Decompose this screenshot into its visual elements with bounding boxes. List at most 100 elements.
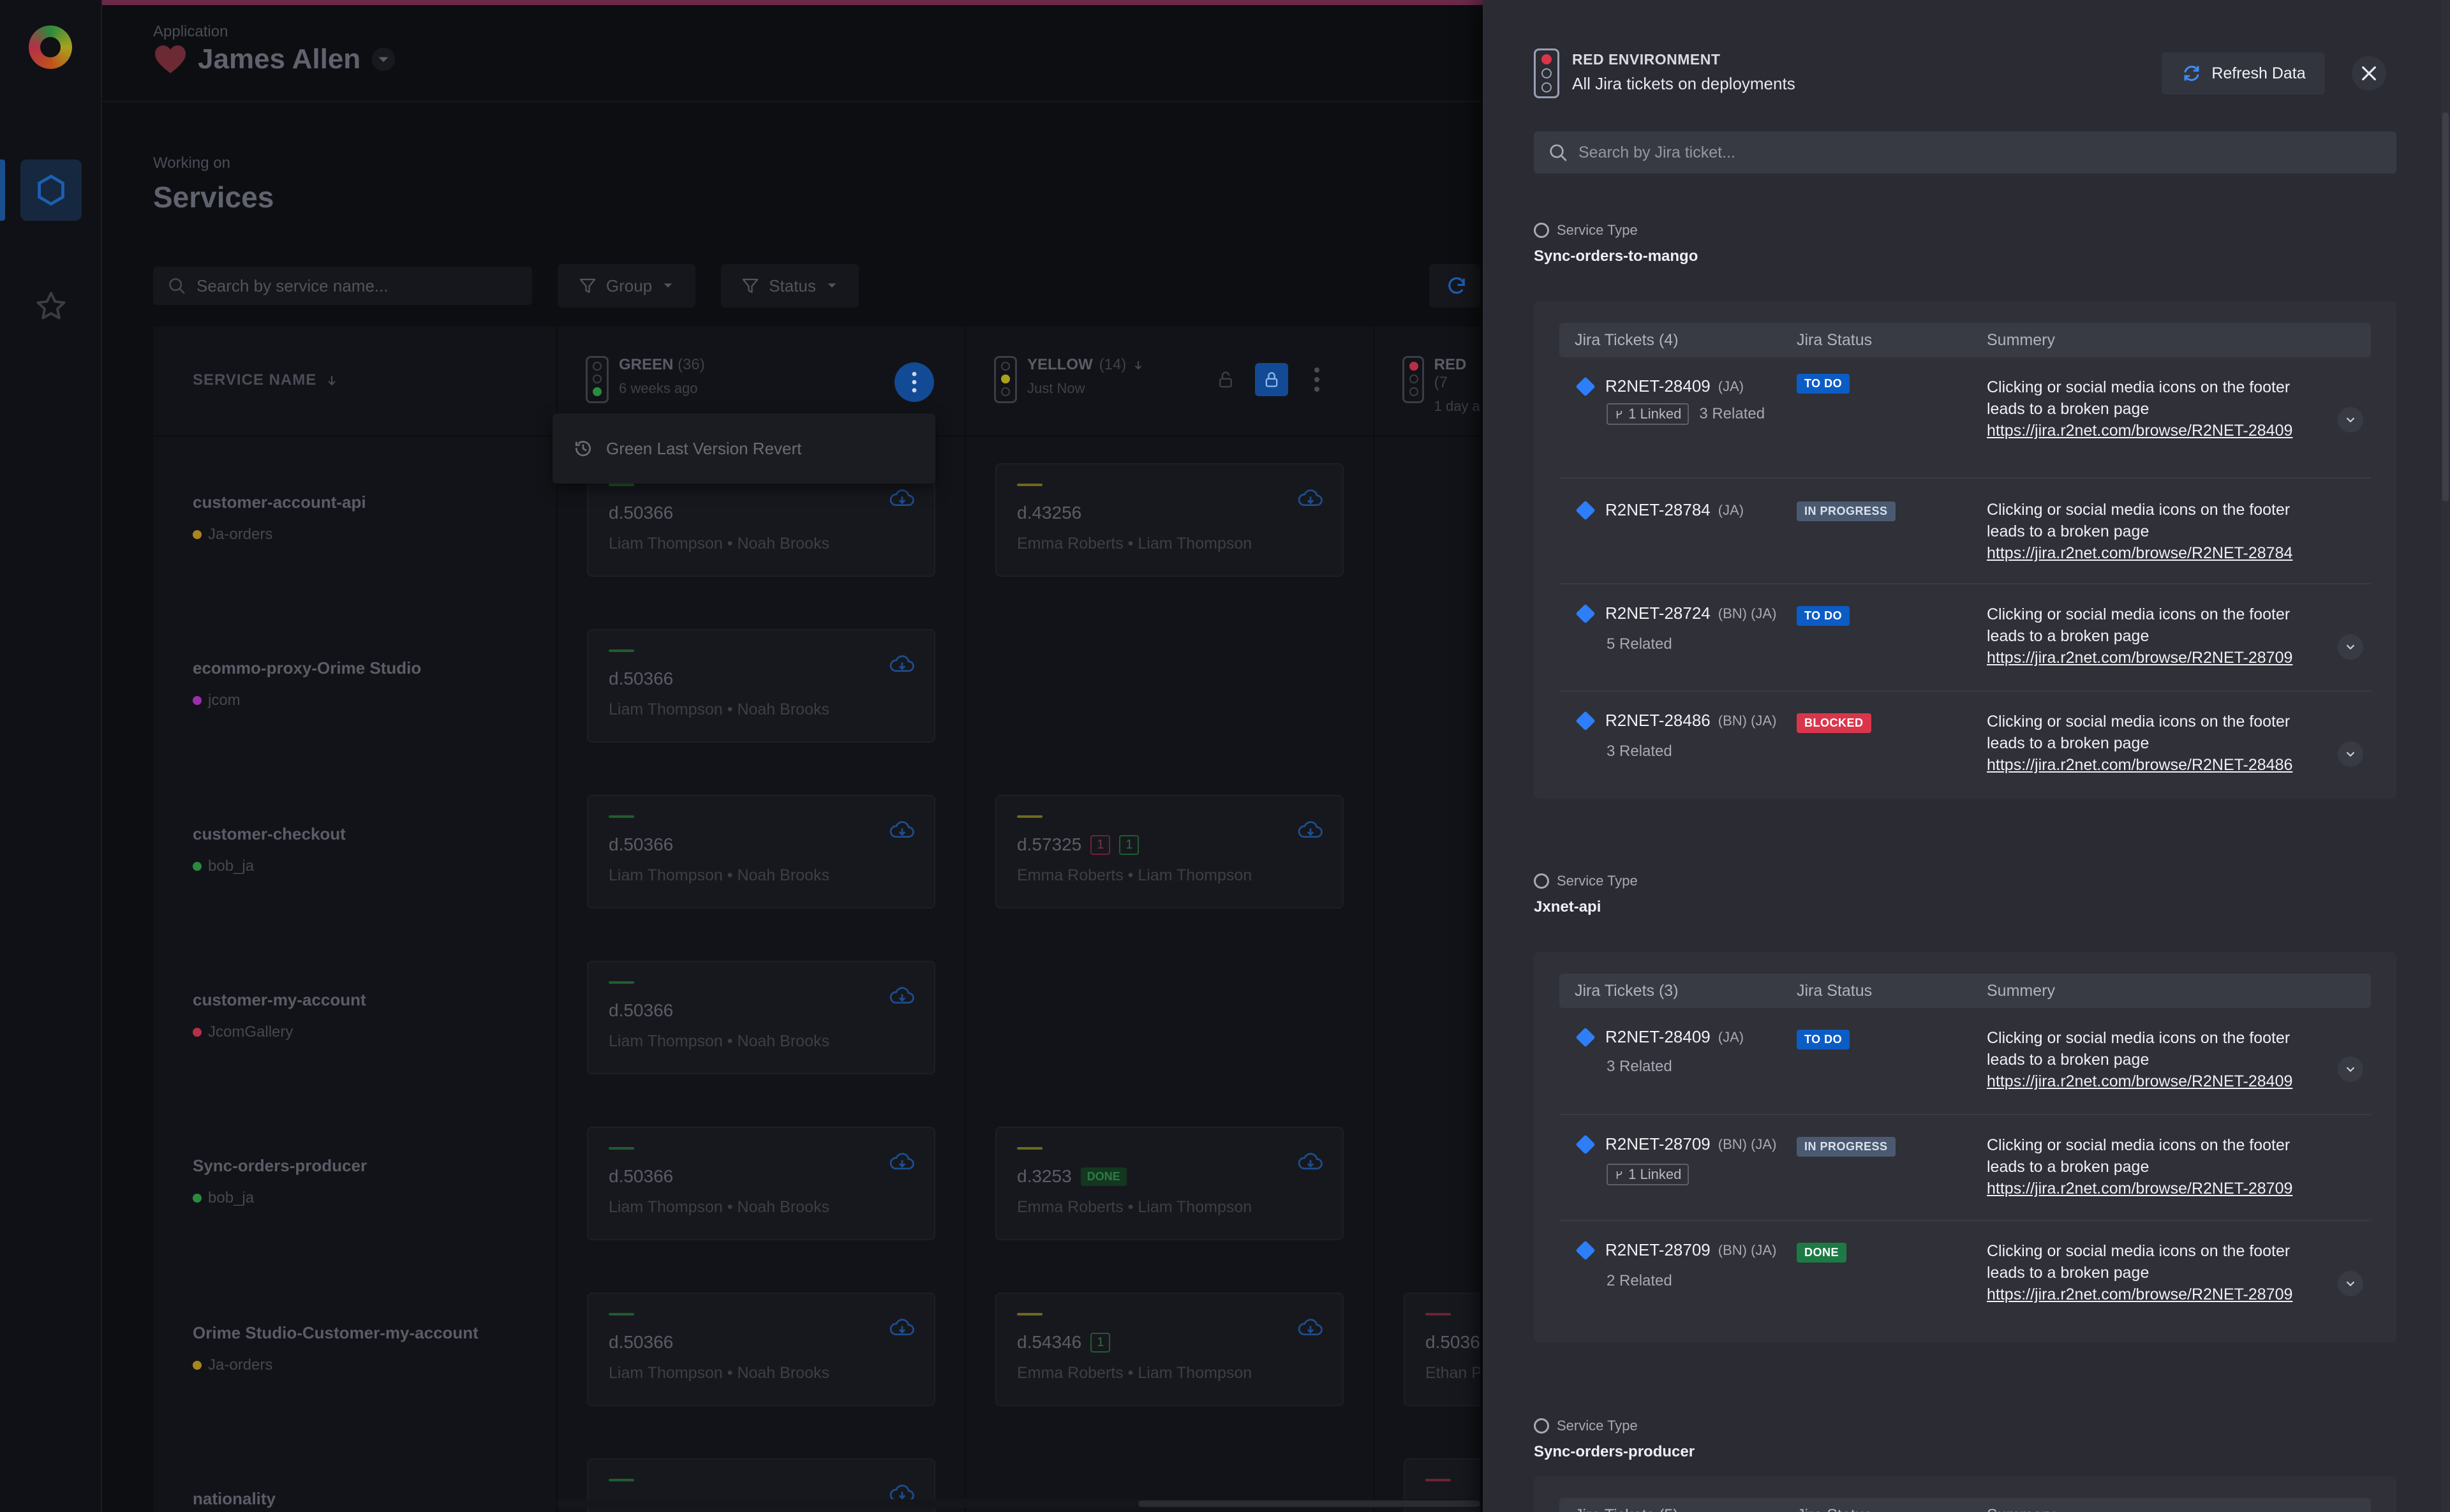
cloud-deploy-icon[interactable] — [889, 985, 915, 1005]
ticket-row[interactable]: R2NET-28784 (JA) IN PROGRESS Clicking or … — [1559, 478, 2371, 584]
deployment-version: d.50367 — [1425, 1332, 1480, 1352]
jira-icon — [1575, 500, 1596, 521]
related-count[interactable]: 3 Related — [1699, 405, 1765, 423]
service-name[interactable]: customer-account-api — [193, 493, 366, 512]
refresh-data-button[interactable]: Refresh Data — [2162, 52, 2325, 94]
status-filter-button[interactable]: Status — [721, 264, 859, 308]
linked-badge[interactable]: 1 Linked — [1607, 1164, 1689, 1185]
ticket-tags: (BN) (JA) — [1718, 605, 1777, 621]
ticket-id[interactable]: R2NET-28709 — [1605, 1134, 1711, 1154]
deployment-card[interactable]: d.50366 Liam Thompson • Noah Brooks — [587, 961, 935, 1074]
ticket-id[interactable]: R2NET-28709 — [1605, 1240, 1711, 1260]
related-count[interactable]: 2 Related — [1607, 1272, 1672, 1290]
service-name[interactable]: nationality — [193, 1489, 276, 1509]
revert-menu-item[interactable]: Green Last Version Revert — [553, 413, 935, 484]
ticket-link[interactable]: https://jira.r2net.com/browse/R2NET-2848… — [1987, 754, 2331, 776]
related-count[interactable]: 3 Related — [1607, 1058, 1672, 1076]
ticket-link[interactable]: https://jira.r2net.com/browse/R2NET-2840… — [1987, 1071, 2331, 1092]
expand-row-button[interactable] — [2338, 407, 2363, 433]
cloud-deploy-icon[interactable] — [1298, 1151, 1323, 1171]
ticket-link[interactable]: https://jira.r2net.com/browse/R2NET-2870… — [1987, 1284, 2331, 1305]
traffic-light-icon — [1534, 48, 1559, 98]
ticket-id[interactable]: R2NET-28409 — [1605, 1027, 1711, 1047]
unlock-icon[interactable] — [1216, 369, 1235, 390]
rail-favorites-button[interactable] — [26, 281, 77, 332]
cloud-deploy-icon[interactable] — [1298, 1317, 1323, 1337]
ticket-row[interactable]: R2NET-28724 (BN) (JA) 5 Related TO DO Cli… — [1559, 584, 2371, 692]
deployment-people: Liam Thompson • Noah Brooks — [609, 535, 829, 552]
service-name[interactable]: ecommo-proxy-Orime Studio — [193, 658, 421, 678]
green-env-menu-button[interactable] — [895, 362, 934, 402]
horizontal-scrollbar-thumb[interactable] — [1138, 1501, 1480, 1507]
jira-status-badge: IN PROGRESS — [1797, 501, 1896, 521]
close-panel-button[interactable] — [2352, 56, 2386, 91]
jira-search-box[interactable] — [1534, 131, 2396, 174]
deployment-card[interactable]: d.50366 Liam Thompson • Noah Brooks — [587, 795, 935, 908]
ticket-summary: Clicking or social media icons on the fo… — [1987, 711, 2331, 776]
ticket-link[interactable]: https://jira.r2net.com/browse/R2NET-2870… — [1987, 647, 2331, 669]
expand-row-button[interactable] — [2338, 1271, 2363, 1296]
linked-badge[interactable]: 1 Linked — [1607, 403, 1689, 425]
related-count[interactable]: 5 Related — [1607, 635, 1672, 653]
background-refresh-button[interactable] — [1429, 264, 1480, 308]
tickets-table: Jira Tickets (4) Jira Status Summery R2N… — [1534, 301, 2396, 799]
lock-icon — [1265, 372, 1278, 387]
deployment-card[interactable]: d.3253 DONE Emma Roberts • Liam Thompson — [995, 1127, 1344, 1240]
application-selector[interactable]: James Allen — [153, 43, 396, 75]
expand-row-button[interactable] — [2338, 1056, 2363, 1082]
col-summary: Summery — [1987, 982, 2055, 1000]
service-name[interactable]: customer-checkout — [193, 824, 346, 844]
env-header-yellow[interactable]: YELLOW (14) Just Now — [994, 356, 1144, 403]
ticket-row[interactable]: R2NET-28486 (BN) (JA) 3 Related BLOCKED C… — [1559, 692, 2371, 794]
jira-search-input[interactable] — [1578, 143, 2344, 162]
ticket-row[interactable]: R2NET-28409 (JA) 3 Related TO DO Clicking… — [1559, 1021, 2371, 1115]
ticket-row[interactable]: R2NET-28409 (JA) 1 Linked 3 Related TO DO… — [1559, 370, 2371, 478]
deployment-card[interactable]: d.57325 1 1 Emma Roberts • Liam Thompson — [995, 795, 1344, 908]
expand-row-button[interactable] — [2338, 741, 2363, 767]
deployment-card[interactable]: d.50366 Liam Thompson • Noah Brooks — [587, 1127, 935, 1240]
service-name[interactable]: Sync-orders-producer — [193, 1156, 367, 1176]
deployment-card[interactable]: d.54346 1 Emma Roberts • Liam Thompson — [995, 1293, 1344, 1406]
group-filter-button[interactable]: Group — [558, 264, 695, 308]
related-count[interactable]: 3 Related — [1607, 743, 1672, 760]
service-search-box[interactable]: Search by service name... — [153, 267, 532, 305]
deployment-card[interactable]: d.43256 Emma Roberts • Liam Thompson — [995, 463, 1344, 577]
ticket-row[interactable]: R2NET-28709 (BN) (JA) 1 Linked IN PROGRES… — [1559, 1115, 2371, 1221]
ticket-link[interactable]: https://jira.r2net.com/browse/R2NET-2840… — [1987, 420, 2331, 441]
panel-scrollbar-thumb[interactable] — [2442, 112, 2449, 501]
cloud-deploy-icon[interactable] — [889, 487, 915, 508]
service-name[interactable]: Orime Studio-Customer-my-account — [193, 1323, 479, 1343]
kebab-menu-icon[interactable] — [1313, 367, 1321, 392]
deployment-card[interactable]: d.50366 Liam Thompson • Noah Brooks — [587, 629, 935, 743]
lock-env-button[interactable] — [1255, 363, 1288, 396]
deployment-card[interactable]: d.50367 Ethan P — [1404, 1293, 1480, 1406]
ticket-id[interactable]: R2NET-28784 — [1605, 500, 1711, 520]
ticket-id[interactable]: R2NET-28486 — [1605, 711, 1711, 730]
deployment-version: d.57325 — [1017, 834, 1082, 854]
expand-row-button[interactable] — [2338, 634, 2363, 660]
ticket-summary: Clicking or social media icons on the fo… — [1987, 1240, 2331, 1305]
deployment-card[interactable]: d.50366 Liam Thompson • Noah Brooks — [587, 1293, 935, 1406]
cloud-deploy-icon[interactable] — [1298, 819, 1323, 840]
service-name[interactable]: customer-my-account — [193, 990, 366, 1010]
branch-icon — [1616, 411, 1622, 419]
env-header-green[interactable]: GREEN (36) 6 weeks ago — [586, 356, 705, 403]
ticket-id[interactable]: R2NET-28724 — [1605, 604, 1711, 623]
service-name-header[interactable]: SERVICE NAME — [193, 371, 338, 389]
deployment-version: d.3253 — [1017, 1166, 1072, 1186]
cloud-deploy-icon[interactable] — [889, 819, 915, 840]
cloud-deploy-icon[interactable] — [889, 653, 915, 674]
ticket-row[interactable]: R2NET-28709 (BN) (JA) 2 Related DONE Clic… — [1559, 1221, 2371, 1330]
cloud-deploy-icon[interactable] — [889, 1151, 915, 1171]
cloud-deploy-icon[interactable] — [889, 1317, 915, 1337]
ticket-id[interactable]: R2NET-28409 — [1605, 376, 1711, 396]
app-logo[interactable] — [29, 26, 72, 69]
rail-services-button[interactable] — [20, 159, 82, 221]
deployment-people: Emma Roberts • Liam Thompson — [1017, 866, 1252, 884]
ticket-link[interactable]: https://jira.r2net.com/browse/R2NET-2878… — [1987, 542, 2331, 564]
env-header-red[interactable]: RED (7 1 day a — [1402, 356, 1480, 415]
cloud-deploy-icon[interactable] — [1298, 487, 1323, 508]
deployment-version: d.54346 — [1017, 1332, 1082, 1352]
ticket-link[interactable]: https://jira.r2net.com/browse/R2NET-2870… — [1987, 1178, 2331, 1199]
linked-badge: 1 — [1119, 834, 1140, 855]
